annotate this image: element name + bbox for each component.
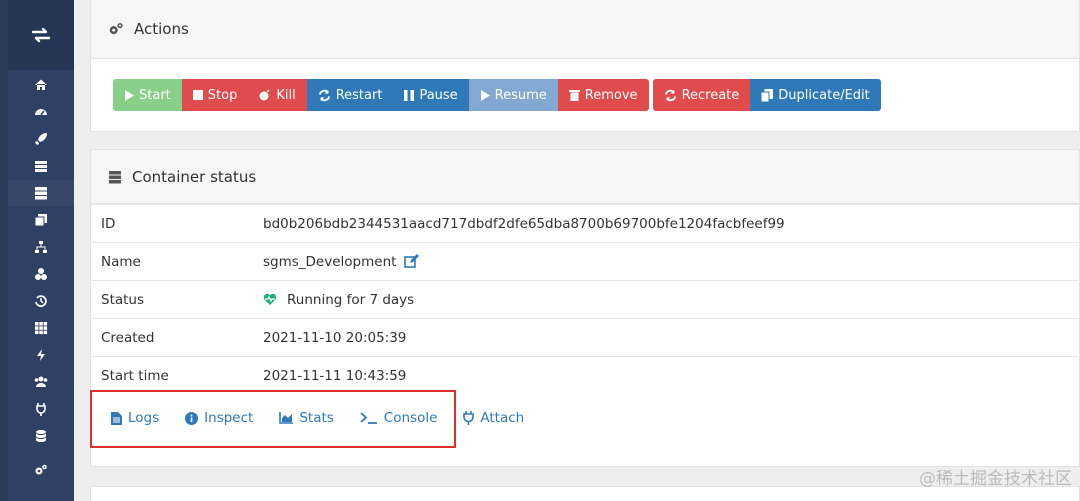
actions-panel: Actions Start Stop Kill Restart Pause Re… [90,0,1080,132]
sidebar-item-events[interactable] [8,288,74,314]
server-icon [35,187,47,200]
id-value: bd0b206bdb2344531aacd717dbdf2dfe65dba870… [263,204,1080,243]
recreate-button[interactable]: Recreate [652,79,751,111]
swap-arrows-icon [31,27,51,43]
pause-icon [404,89,415,101]
sidebar [0,0,74,501]
plug-icon [463,411,475,425]
stop-icon [192,90,203,100]
dashboard-icon [35,109,47,116]
highlight-box [90,390,456,448]
container-details-table: ID bd0b206bdb2344531aacd717dbdf2dfe65dba… [91,204,1080,395]
table-row: ID bd0b206bdb2344531aacd717dbdf2dfe65dba… [91,204,1080,243]
table-row: Status Running for 7 days [91,280,1080,319]
watermark: @稀土掘金技术社区 [919,469,1072,489]
rocket-icon [35,133,47,145]
users-icon [34,376,48,387]
actions-button-row: Start Stop Kill Restart Pause Resume Rem… [113,79,885,111]
bolt-icon [37,349,45,361]
name-label: Name [91,242,263,281]
history-icon [35,295,47,307]
duplicate-edit-button[interactable]: Duplicate/Edit [750,79,881,111]
database-icon [36,430,46,442]
sidebar-item-deploy[interactable] [8,126,74,152]
home-icon [35,79,47,90]
lifecycle-button-group: Start Stop Kill Restart Pause Resume Rem… [113,79,649,111]
recreate-button-group: Recreate Duplicate/Edit [652,79,881,111]
kill-button[interactable]: Kill [248,79,307,111]
cogs-icon [35,464,47,475]
actions-title: Actions [134,20,189,38]
sidebar-item-registries[interactable] [8,423,74,449]
sitemap-icon [35,241,47,253]
attach-link[interactable]: Attach [463,410,524,426]
id-label: ID [91,204,263,243]
start-time-value: 2021-11-11 10:43:59 [263,356,1080,395]
sidebar-item-host[interactable] [8,315,74,341]
list-icon [35,161,47,172]
remove-button[interactable]: Remove [557,79,649,111]
sidebar-item-endpoints[interactable] [8,396,74,422]
created-value: 2021-11-10 20:05:39 [263,318,1080,357]
cogs-icon [109,22,123,35]
start-time-label: Start time [91,356,263,395]
actions-header: Actions [91,0,1079,59]
name-value: sgms_Development [263,253,397,270]
server-icon [109,170,121,183]
sidebar-item-home[interactable] [8,72,74,98]
container-status-title: Container status [132,167,257,186]
cubes-icon [35,268,47,280]
play-icon [125,89,134,101]
created-label: Created [91,318,263,357]
clone-icon [34,214,47,227]
sidebar-item-containers[interactable] [8,180,74,206]
trash-icon [568,90,580,101]
copy-icon [761,88,774,102]
table-row: Start time 2021-11-11 10:43:59 [91,356,1080,395]
status-value: Running for 7 days [263,292,1080,308]
sidebar-item-dashboard[interactable] [8,99,74,125]
status-label: Status [91,280,263,319]
refresh-icon [664,89,676,101]
plug-icon [36,403,46,416]
sidebar-item-settings[interactable] [8,457,74,483]
container-status-header: Container status [91,150,1079,204]
restart-button[interactable]: Restart [306,79,394,111]
grid-icon [35,322,48,335]
sidebar-item-networks[interactable] [8,234,74,260]
refresh-icon [318,89,330,101]
table-row: Name sgms_Development [91,242,1080,281]
play-icon [480,89,490,101]
sidebar-item-volumes[interactable] [8,261,74,287]
resume-button[interactable]: Resume [468,79,558,111]
edit-icon[interactable] [403,253,419,268]
start-button[interactable]: Start [113,79,182,111]
pause-button[interactable]: Pause [393,79,469,111]
sidebar-item-users[interactable] [8,369,74,395]
bomb-icon [259,89,270,101]
sidebar-brand[interactable] [8,0,74,70]
sidebar-item-images[interactable] [8,207,74,233]
sidebar-item-list[interactable] [8,153,74,179]
heartbeat-icon [263,293,277,305]
table-row: Created 2021-11-10 20:05:39 [91,318,1080,357]
sidebar-item-stacks[interactable] [8,342,74,368]
stop-button[interactable]: Stop [181,79,249,111]
